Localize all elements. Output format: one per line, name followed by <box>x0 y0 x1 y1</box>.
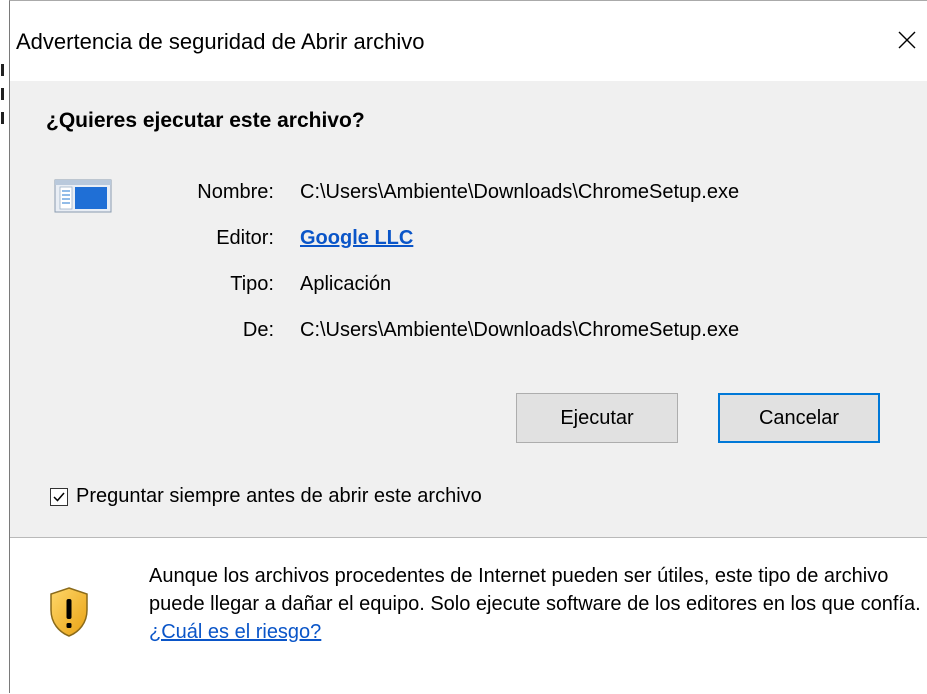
background-window-edge <box>0 50 8 130</box>
window-title: Advertencia de seguridad de Abrir archiv… <box>16 29 425 54</box>
always-ask-checkbox[interactable] <box>50 487 68 506</box>
title-bar: Advertencia de seguridad de Abrir archiv… <box>10 1 927 81</box>
warning-shield-icon <box>50 587 88 637</box>
from-value: C:\Users\Ambiente\Downloads\ChromeSetup.… <box>300 319 740 341</box>
field-row-type: Tipo: Aplicación <box>10 273 910 303</box>
security-warning-dialog: Advertencia de seguridad de Abrir archiv… <box>9 0 927 694</box>
close-button[interactable] <box>887 15 927 65</box>
publisher-label: Editor: <box>216 227 274 249</box>
always-ask-checkbox-row[interactable]: Preguntar siempre antes de abrir este ar… <box>50 485 482 508</box>
warning-text-block: Aunque los archivos procedentes de Inter… <box>149 562 924 646</box>
field-row-publisher: Editor: Google LLC <box>10 227 910 257</box>
type-value: Aplicación <box>300 273 392 295</box>
checkmark-icon <box>53 492 65 502</box>
warning-message: Aunque los archivos procedentes de Inter… <box>149 565 921 615</box>
field-row-name: Nombre: C:\Users\Ambiente\Downloads\Chro… <box>10 181 910 211</box>
from-label: De: <box>242 319 274 341</box>
name-value: C:\Users\Ambiente\Downloads\ChromeSetup.… <box>300 181 740 203</box>
run-button[interactable]: Ejecutar <box>516 393 678 443</box>
name-label: Nombre: <box>197 181 274 203</box>
publisher-link[interactable]: Google LLC <box>300 227 413 250</box>
type-label: Tipo: <box>230 273 274 295</box>
dialog-question: ¿Quieres ejecutar este archivo? <box>46 109 365 132</box>
field-row-from: De: C:\Users\Ambiente\Downloads\ChromeSe… <box>10 319 910 349</box>
close-icon <box>898 31 916 49</box>
risk-link[interactable]: ¿Cuál es el riesgo? <box>149 621 321 643</box>
cancel-button[interactable]: Cancelar <box>718 393 880 443</box>
warning-panel: Aunque los archivos procedentes de Inter… <box>10 538 927 694</box>
always-ask-label: Preguntar siempre antes de abrir este ar… <box>76 485 482 507</box>
